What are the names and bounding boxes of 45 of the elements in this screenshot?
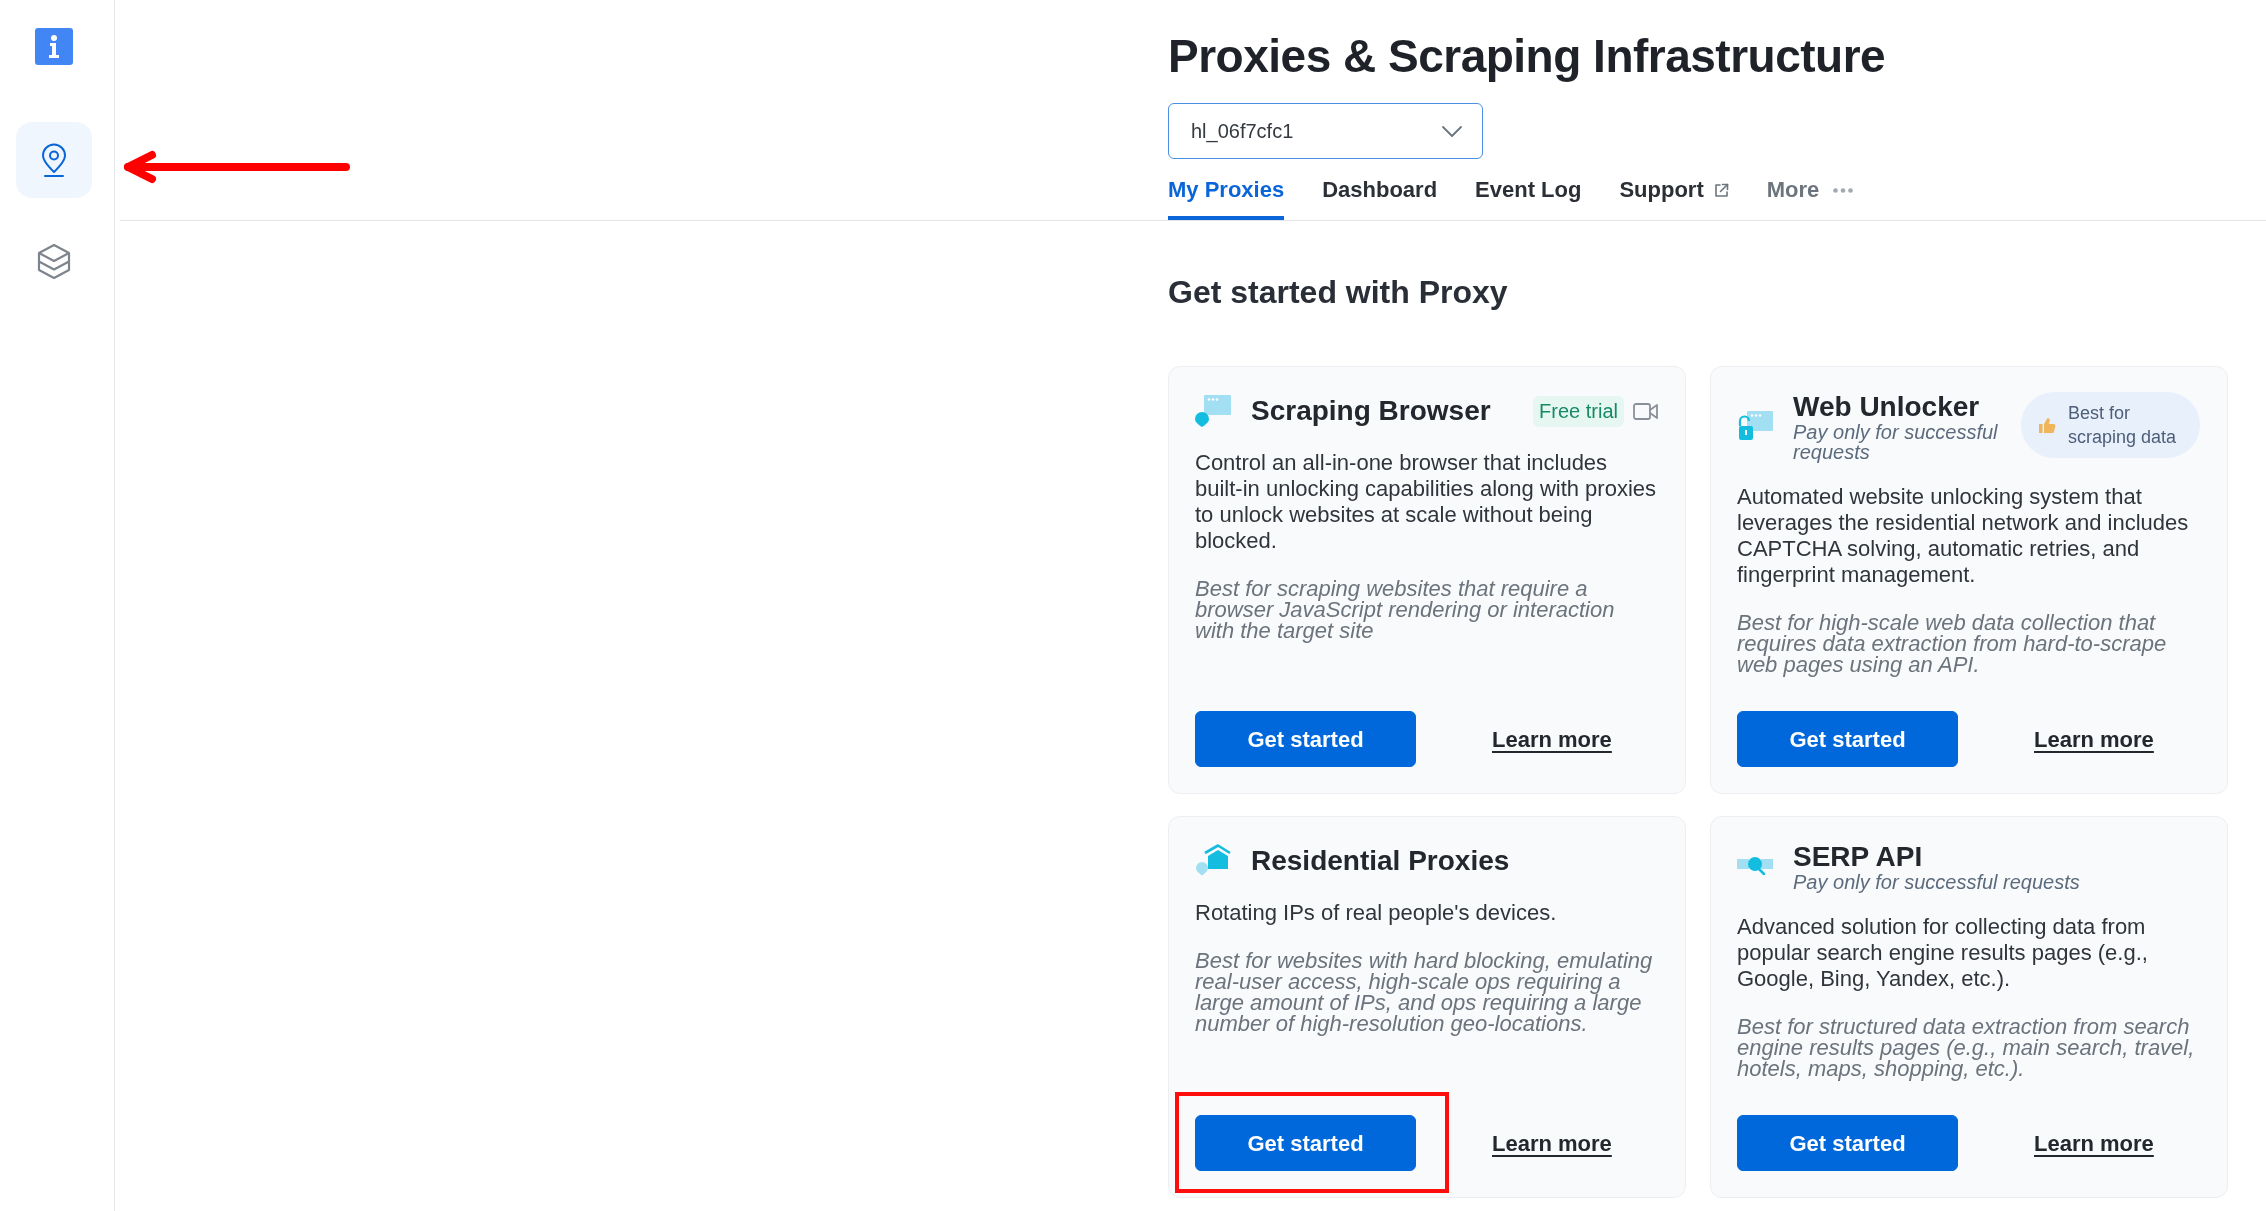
learn-more-link[interactable]: Learn more — [1492, 1126, 1612, 1160]
recommendation-label: Best for scraping data — [2068, 402, 2178, 449]
page-title: Proxies & Scraping Infrastructure — [1168, 29, 1887, 84]
get-started-button[interactable]: Get started — [1195, 711, 1416, 767]
get-started-button[interactable]: Get started — [1195, 1115, 1416, 1171]
video-camera-icon[interactable] — [1633, 401, 1658, 421]
get-started-button[interactable]: Get started — [1737, 1115, 1958, 1171]
section-heading: Get started with Proxy — [1168, 273, 1509, 312]
info-icon — [34, 28, 73, 65]
tab[interactable]: My Proxies — [1168, 159, 1285, 220]
learn-more-link[interactable]: Learn more — [2034, 722, 2154, 756]
magnifier-icon — [1737, 855, 1773, 875]
card-subtitle: Pay only for successful requests — [1793, 872, 2080, 892]
browser-lock-icon — [1737, 410, 1773, 440]
tab[interactable]: Event Log — [1475, 159, 1582, 220]
layers-icon — [36, 242, 71, 280]
tab[interactable]: Support — [1619, 159, 1729, 220]
trial-badge: Free trial — [1533, 395, 1624, 427]
card-description: Automated website unlocking system that leverages the residential network and includes CAPTCHA solving, automatic retries, and fingerprint management. — [1737, 484, 2190, 588]
tab[interactable]: Dashboard — [1322, 159, 1438, 220]
get-started-button[interactable]: Get started — [1737, 711, 1958, 767]
learn-more-link[interactable]: Learn more — [2034, 1126, 2154, 1160]
card-title: Web Unlocker — [1793, 390, 1981, 424]
browser-pin-icon — [1195, 395, 1231, 427]
card-note: Best for structured data extraction from search engine results pages (e.g., main search, travel, hotels, maps, shopping, etc.). — [1737, 1016, 2196, 1079]
external-link-icon — [1713, 182, 1729, 198]
card-description: Control an all-in-one browser that includes built-in unlocking capabilities along with proxies to unlock websites at scale without being blocked. — [1195, 450, 1658, 554]
card-title: Residential Proxies — [1251, 844, 1510, 878]
card-note: Best for scraping websites that require a browser JavaScript rendering or interaction with the target site — [1195, 578, 1616, 641]
card-note: Best for high-scale web data collection that requires data extraction from hard-to-scrape web pages using an API. — [1737, 612, 2168, 675]
select-dropdown[interactable]: hl_06f7cfc1 — [1168, 103, 1483, 159]
card-description: Rotating IPs of real people's devices. — [1195, 900, 1558, 926]
card-description: Advanced solution for collecting data from popular search engine results pages (e.g., Google, Bing, Yandex, etc.). — [1737, 914, 2149, 992]
sidebar-button[interactable] — [15, 122, 92, 198]
card-note: Best for websites with hard blocking, emulating real-user access, high-scale ops requiring a large amount of IPs, and ops requiring a large number of high-resolution geo-locations. — [1195, 950, 1654, 1034]
card-title: SERP API — [1793, 840, 1924, 874]
more-dots-icon — [1833, 187, 1854, 193]
tab[interactable]: More — [1766, 159, 1854, 220]
card-title: Scraping Browser — [1251, 394, 1491, 428]
pin-icon — [40, 143, 67, 177]
card-subtitle: Pay only for successful requests — [1793, 422, 1999, 462]
house-pin-icon — [1195, 844, 1231, 878]
chevron-down-icon — [1442, 125, 1462, 137]
learn-more-link[interactable]: Learn more — [1492, 722, 1612, 756]
thumbs-up-icon — [2038, 416, 2056, 434]
